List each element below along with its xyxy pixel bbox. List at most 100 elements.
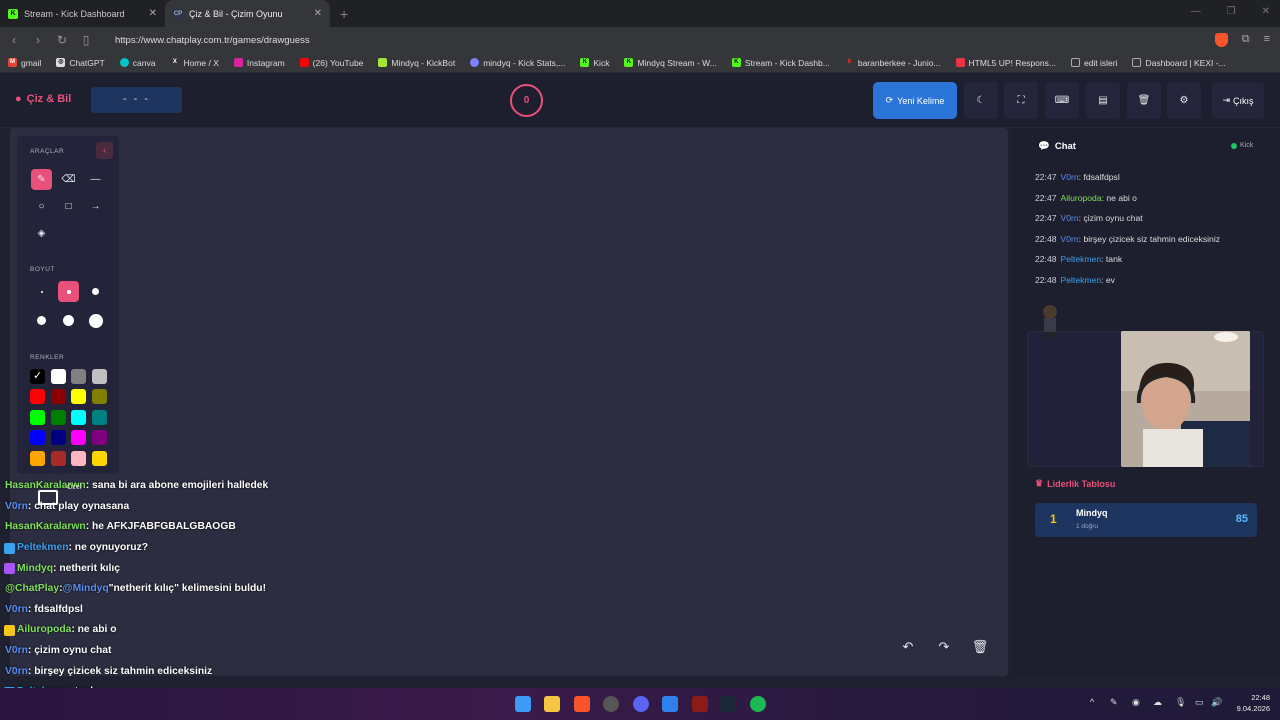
collapse-panel-button[interactable]: ‹	[96, 142, 113, 159]
color-swatch[interactable]	[71, 369, 86, 384]
keyboard-button[interactable]: ⌨	[1045, 82, 1079, 119]
bookmark-item[interactable]: Mindyq - KickBot	[378, 58, 455, 68]
private-checkbox[interactable]	[38, 490, 58, 505]
bookmark-item[interactable]: Instagram	[233, 58, 285, 68]
bookmark-item[interactable]: ◎ ChatGPT	[56, 58, 105, 68]
vscode-icon[interactable]	[662, 696, 678, 712]
volume-icon[interactable]: 🔊	[1211, 697, 1222, 708]
pen-tool[interactable]: ✎	[31, 169, 52, 190]
brave-shield-icon[interactable]	[1214, 33, 1228, 47]
bookmark-item[interactable]: Mgmail	[8, 58, 41, 68]
exit-button[interactable]: ⇥ Çıkış	[1212, 82, 1264, 119]
chat-username[interactable]: Peltekmen	[1061, 275, 1102, 285]
line-tool[interactable]: —	[85, 169, 106, 190]
close-icon[interactable]: ✕	[149, 8, 157, 19]
circle-tool[interactable]: ○	[31, 196, 52, 217]
pen-tray-icon[interactable]: ✎	[1110, 697, 1118, 708]
archive-button[interactable]: ▤	[1086, 82, 1120, 119]
dark-mode-button[interactable]: ☾	[964, 82, 998, 119]
bookmark-item[interactable]: mindyq - Kick Stats,...	[470, 58, 565, 68]
color-swatch[interactable]	[91, 409, 107, 425]
maximize-icon[interactable]: ❐	[1227, 6, 1236, 17]
chat-username[interactable]: V0rn	[1061, 234, 1079, 244]
bookmark-item[interactable]: (26) YouTube	[299, 58, 363, 68]
tray-app-icon[interactable]: ◉	[1132, 697, 1140, 708]
bookmark-item[interactable]: edit isleri	[1070, 58, 1117, 68]
start-icon[interactable]	[515, 696, 531, 712]
arrow-tool[interactable]: →	[85, 196, 106, 217]
bookmark-item[interactable]: b baranberkee - Junio...	[845, 58, 941, 68]
cloud-icon[interactable]: ☁	[1153, 697, 1162, 708]
color-swatch[interactable]	[30, 430, 45, 446]
back-icon[interactable]: ‹	[8, 33, 20, 47]
chat-username[interactable]: Peltekmen	[1061, 254, 1102, 264]
size-xl[interactable]	[58, 310, 79, 331]
eraser-tool[interactable]: ⌫	[58, 169, 79, 190]
clock[interactable]: 22:48 9.04.2026	[1230, 692, 1270, 714]
file-explorer-icon[interactable]	[544, 696, 560, 712]
color-swatch[interactable]	[30, 450, 45, 466]
reload-icon[interactable]: ↻	[56, 33, 68, 47]
network-icon[interactable]: ▭	[1195, 697, 1204, 708]
bookmark-item[interactable]: Dashboard | KEXI -...	[1132, 58, 1226, 68]
brand[interactable]: ● Çiz & Bil	[15, 93, 71, 105]
minimize-icon[interactable]: —	[1191, 6, 1201, 17]
spotify-icon[interactable]	[750, 696, 766, 712]
rectangle-tool[interactable]: □	[58, 196, 79, 217]
tray-chevron-icon[interactable]: ^	[1090, 697, 1094, 707]
new-word-button[interactable]: ⟳ Yeni Kelime	[873, 82, 957, 119]
color-swatch[interactable]	[91, 369, 107, 384]
bookmark-item[interactable]: canva	[119, 58, 155, 68]
color-swatch[interactable]	[50, 450, 66, 466]
color-swatch[interactable]	[71, 450, 86, 466]
fullscreen-button[interactable]: ⛶	[1004, 82, 1038, 119]
browser-tab-kick[interactable]: K Stream - Kick Dashboard ✕	[0, 0, 165, 27]
close-icon[interactable]: ✕	[314, 8, 322, 19]
size-s[interactable]	[58, 281, 79, 302]
size-xxl[interactable]	[85, 310, 106, 331]
chat-username[interactable]: V0rn	[1061, 213, 1079, 223]
color-swatch[interactable]	[71, 389, 86, 405]
color-swatch[interactable]	[50, 369, 66, 384]
chat-username[interactable]: V0rn	[1061, 172, 1079, 182]
app-icon[interactable]	[692, 696, 708, 712]
redo-button[interactable]: ↷	[932, 635, 956, 659]
color-swatch[interactable]	[91, 389, 107, 405]
bookmark-item[interactable]: HTML5 UP! Respons...	[955, 58, 1056, 68]
settings-button[interactable]: ⚙	[1167, 82, 1201, 119]
menu-icon[interactable]: ≡	[1264, 33, 1270, 47]
fill-tool[interactable]: ◈	[31, 223, 52, 244]
url-input[interactable]: https://www.chatplay.com.tr/games/drawgu…	[90, 30, 1200, 50]
obs-icon[interactable]	[603, 696, 619, 712]
steam-icon[interactable]	[720, 696, 736, 712]
bookmark-item[interactable]: X Home / X	[170, 58, 219, 68]
chat-username[interactable]: Ailuropoda	[1061, 193, 1102, 203]
color-swatch[interactable]	[91, 450, 107, 466]
size-l[interactable]	[31, 310, 52, 331]
discord-icon[interactable]	[633, 696, 649, 712]
color-swatch[interactable]	[30, 389, 45, 405]
bookmark-item[interactable]: K Stream - Kick Dashb...	[731, 58, 830, 68]
browser-tab-drawguess[interactable]: CP Çiz & Bil - Çizim Oyunu ✕	[165, 0, 330, 27]
brave-icon[interactable]	[574, 696, 590, 712]
color-swatch[interactable]	[30, 409, 45, 425]
color-swatch[interactable]	[71, 430, 86, 446]
color-swatch[interactable]	[50, 430, 66, 446]
extensions-icon[interactable]: ⧉	[1242, 33, 1250, 47]
bookmark-item[interactable]: K Kick	[580, 58, 609, 68]
close-window-icon[interactable]: ✕	[1262, 6, 1270, 17]
undo-button[interactable]: ↶	[896, 635, 920, 659]
trash-button[interactable]: 🗑	[1127, 82, 1161, 119]
bookmark-item[interactable]: K Mindyq Stream - W...	[624, 58, 717, 68]
color-swatch[interactable]	[71, 409, 86, 425]
size-xs[interactable]	[31, 281, 52, 302]
color-swatch[interactable]: ✓	[30, 369, 45, 384]
new-tab-icon[interactable]: +	[330, 6, 358, 22]
color-swatch[interactable]	[91, 430, 107, 446]
mic-icon[interactable]: 🎙	[1175, 697, 1186, 708]
clear-canvas-button[interactable]: 🗑	[968, 635, 992, 659]
size-m[interactable]	[85, 281, 106, 302]
color-swatch[interactable]	[50, 409, 66, 425]
forward-icon[interactable]: ›	[32, 33, 44, 47]
color-swatch[interactable]	[50, 389, 66, 405]
